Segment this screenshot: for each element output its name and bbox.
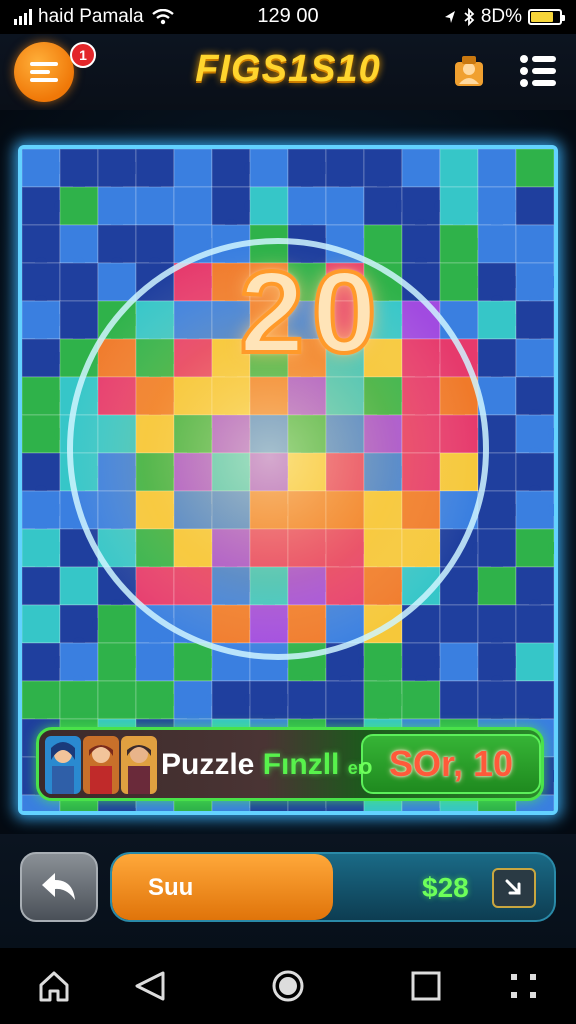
puzzle-piece[interactable] [249, 149, 289, 188]
puzzle-piece[interactable] [173, 149, 213, 188]
carrier-name: haid Pamala [38, 6, 144, 27]
collapse-icon [505, 879, 521, 895]
battery-percent: 8D% [480, 6, 522, 27]
collapse-button[interactable] [492, 868, 536, 908]
puzzle-piece[interactable] [59, 186, 99, 226]
info-label-word2: Fınzll [262, 748, 340, 781]
game-header: 1 FIGS1S10 [0, 34, 576, 110]
progress-fill [112, 854, 333, 920]
nav-home-button[interactable] [34, 966, 74, 1006]
info-bar: Puzzle Fınzll er SOr, 10 o [36, 727, 544, 801]
profile-icon[interactable] [452, 54, 486, 88]
puzzle-piece[interactable] [439, 149, 479, 188]
back-button[interactable] [20, 852, 98, 922]
puzzle-board[interactable]: 20 Puzzle Fınzll er SOr, 10 o [18, 145, 558, 815]
wifi-icon [151, 9, 174, 25]
nav-back-button[interactable] [130, 966, 170, 1006]
avatar [83, 736, 119, 794]
back-arrow-icon [42, 873, 75, 900]
big-score: 20 [237, 245, 385, 379]
avatar [45, 736, 81, 794]
location-icon [444, 11, 455, 23]
puzzle-piece[interactable] [22, 604, 61, 644]
puzzle-piece[interactable] [59, 680, 99, 720]
puzzle-piece[interactable] [515, 642, 554, 682]
notification-badge: 1 [70, 42, 96, 68]
puzzle-piece[interactable] [325, 680, 365, 720]
progress-bar[interactable]: Suu $28 [110, 852, 556, 922]
info-label: Puzzle Fınzll er [161, 748, 365, 782]
signal-icon [14, 9, 32, 25]
recent-apps-icon [411, 971, 441, 1001]
drag-dots-icon [511, 974, 536, 998]
puzzle-piece[interactable] [59, 262, 99, 302]
navigation-bar [0, 948, 576, 1024]
puzzle-piece[interactable] [173, 186, 213, 226]
score-pill: SOr, 10 [361, 734, 541, 794]
puzzle-piece[interactable] [515, 186, 554, 226]
list-icon[interactable] [518, 52, 558, 90]
nav-recents-button[interactable] [406, 966, 446, 1006]
puzzle-piece[interactable] [515, 604, 554, 644]
nav-more-button[interactable] [504, 966, 544, 1006]
puzzle-piece[interactable] [515, 224, 554, 264]
back-triangle-icon [135, 971, 165, 1001]
status-bar: haid Pamala 129 00 8D% [0, 0, 576, 34]
nav-circle-button[interactable] [268, 966, 308, 1006]
puzzle-piece[interactable] [439, 604, 479, 644]
puzzle-piece[interactable] [401, 680, 441, 720]
coin-value: $28 [422, 872, 469, 903]
battery-icon [528, 9, 565, 25]
puzzle-piece[interactable] [439, 680, 479, 720]
puzzle-piece[interactable] [477, 566, 517, 606]
menu-icon [30, 62, 58, 82]
info-label-tail2: o [359, 754, 373, 779]
home-icon [39, 971, 69, 1002]
game-title: FIGS1S10 [195, 48, 381, 90]
score-value: SOr, 10 [388, 743, 514, 784]
circle-home-icon [272, 970, 304, 1002]
bluetooth-icon [464, 8, 475, 26]
menu-button[interactable] [14, 42, 74, 102]
progress-label: Suu [148, 874, 194, 901]
puzzle-piece[interactable] [477, 149, 517, 188]
info-label-word1: Puzzle [161, 748, 255, 781]
puzzle-piece[interactable] [97, 262, 137, 302]
puzzle-piece[interactable] [477, 224, 517, 264]
puzzle-piece[interactable] [59, 566, 99, 606]
puzzle-piece[interactable] [97, 604, 137, 644]
avatar [121, 736, 157, 794]
puzzle-piece[interactable] [97, 680, 137, 720]
puzzle-piece[interactable] [249, 186, 289, 226]
puzzle-piece[interactable] [22, 566, 61, 606]
puzzle-piece[interactable] [325, 186, 365, 226]
puzzle-piece[interactable] [401, 149, 441, 188]
puzzle-piece[interactable] [515, 149, 554, 188]
puzzle-piece[interactable] [135, 186, 175, 226]
action-bar: Suu $28 [0, 834, 576, 948]
